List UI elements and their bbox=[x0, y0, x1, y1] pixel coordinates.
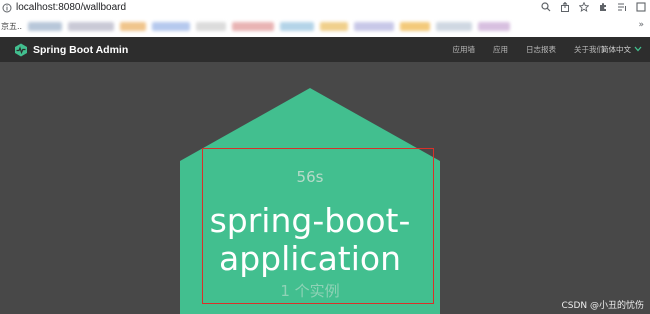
wallboard: 56s spring-boot- application 1 个实例 CSDN … bbox=[0, 62, 650, 314]
bookmark-item[interactable] bbox=[354, 21, 395, 31]
application-name: spring-boot- application bbox=[0, 202, 620, 278]
bookmark-item[interactable] bbox=[436, 21, 473, 31]
nav-item-about[interactable]: 关于我们 bbox=[574, 44, 604, 55]
bookmark-item[interactable] bbox=[280, 21, 315, 31]
zoom-icon[interactable] bbox=[540, 1, 551, 13]
share-icon[interactable] bbox=[559, 1, 570, 13]
reading-list-icon[interactable] bbox=[616, 1, 627, 13]
app-navbar: Spring Boot Admin 应用墙 应用 日志报表 关于我们 简体中文 bbox=[0, 37, 650, 62]
bookmark-item[interactable] bbox=[68, 21, 115, 31]
application-name-line: spring-boot- bbox=[209, 201, 411, 240]
nav-item-journal[interactable]: 日志报表 bbox=[526, 44, 556, 55]
bookmark-item[interactable] bbox=[232, 21, 275, 31]
more-bookmarks-icon[interactable]: » bbox=[638, 20, 644, 30]
uptime-label: 56s bbox=[296, 168, 324, 186]
url-input[interactable]: localhost:8080/wallboard bbox=[16, 2, 126, 13]
nav-item-wallboard[interactable]: 应用墙 bbox=[453, 44, 476, 55]
bookmark-item[interactable] bbox=[120, 21, 147, 31]
watermark: CSDN @小丑的忧伤 bbox=[561, 301, 644, 311]
nav-item-applications[interactable]: 应用 bbox=[493, 44, 508, 55]
browser-actions bbox=[540, 1, 646, 13]
heartbeat-logo-icon bbox=[15, 43, 27, 56]
language-label: 简体中文 bbox=[601, 45, 631, 54]
browser-address-bar: localhost:8080/wallboard bbox=[0, 0, 650, 15]
language-dropdown[interactable]: 简体中文 bbox=[601, 37, 642, 62]
brand-link[interactable]: Spring Boot Admin bbox=[14, 43, 128, 57]
bookmark-item[interactable] bbox=[152, 21, 191, 31]
bookmark-item[interactable] bbox=[28, 21, 63, 31]
brand-title: Spring Boot Admin bbox=[33, 43, 129, 56]
bookmark-star-icon[interactable] bbox=[578, 1, 589, 13]
chevron-down-icon bbox=[634, 45, 642, 54]
extensions-icon[interactable] bbox=[597, 1, 608, 13]
bookmark-item[interactable] bbox=[400, 21, 431, 31]
site-info-icon[interactable] bbox=[1, 2, 12, 13]
side-panel-icon[interactable] bbox=[635, 1, 646, 13]
nav-menu: 应用墙 应用 日志报表 关于我们 bbox=[435, 37, 605, 62]
application-name-line: application bbox=[218, 239, 402, 278]
bookmark-item[interactable] bbox=[478, 21, 511, 31]
bookmarks-bar: 京五.. » bbox=[0, 15, 650, 37]
bookmark-item[interactable] bbox=[320, 21, 349, 31]
instance-count: 1 个实例 bbox=[280, 282, 340, 300]
bookmark-item[interactable] bbox=[196, 21, 227, 31]
bookmark-item[interactable]: 京五.. bbox=[1, 21, 22, 32]
